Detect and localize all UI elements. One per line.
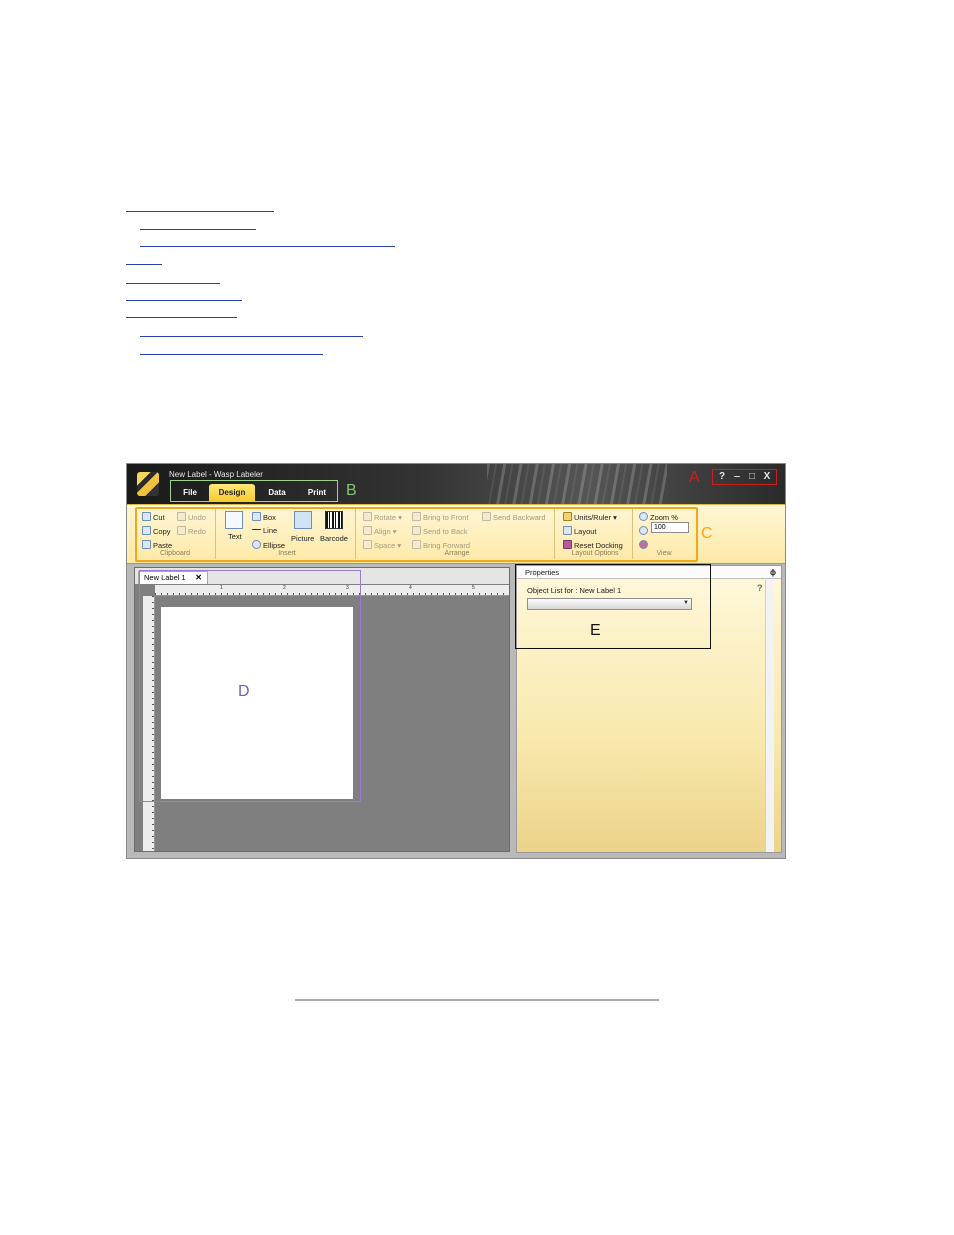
clipboard-icon bbox=[142, 540, 151, 549]
zoom-in-icon bbox=[639, 526, 648, 535]
maximize-button[interactable]: □ bbox=[746, 471, 758, 483]
zoom-fit-icon bbox=[639, 540, 648, 549]
group-divider bbox=[355, 509, 356, 559]
rotate-icon bbox=[363, 512, 372, 521]
magnifier-icon bbox=[639, 512, 648, 521]
line-button[interactable]: Line bbox=[252, 526, 277, 535]
ruler-number: 4 bbox=[409, 585, 412, 591]
zoom-fit-button[interactable] bbox=[639, 540, 650, 550]
group-label-clipboard: Clipboard bbox=[160, 550, 190, 557]
application-window: New Label - Wasp Labeler File Design Dat… bbox=[126, 463, 786, 859]
group-label-view: View bbox=[656, 550, 672, 557]
group-label-arrange: Arrange bbox=[444, 550, 470, 557]
help-icon[interactable]: ? bbox=[757, 583, 763, 593]
bring-forward-icon bbox=[412, 540, 421, 549]
pin-icon[interactable]: ɸ bbox=[770, 566, 776, 579]
ribbon: Cut Copy Paste Undo Redo Clipboard Text … bbox=[127, 504, 785, 564]
menu-tab-bar: File Design Data Print bbox=[170, 480, 338, 502]
ruler-icon bbox=[563, 512, 572, 521]
callout-c: C bbox=[701, 525, 713, 542]
layout-icon bbox=[563, 526, 572, 535]
callout-b: B bbox=[346, 482, 357, 499]
help-icon[interactable]: ? bbox=[716, 471, 728, 483]
title-bar: New Label - Wasp Labeler File Design Dat… bbox=[127, 464, 785, 504]
send-backward-icon bbox=[482, 512, 491, 521]
box-button[interactable]: Box bbox=[252, 512, 276, 522]
undo-icon bbox=[177, 512, 186, 521]
toc-link[interactable] bbox=[126, 317, 237, 318]
bring-to-front-button[interactable]: Bring to Front bbox=[412, 512, 468, 522]
horizontal-rule bbox=[295, 999, 659, 1001]
group-divider bbox=[215, 509, 216, 559]
window-title: New Label - Wasp Labeler bbox=[169, 470, 263, 479]
box-icon bbox=[252, 512, 261, 521]
send-to-back-icon bbox=[412, 526, 421, 535]
zoom-level-input[interactable]: 100 bbox=[651, 522, 689, 533]
toc-link[interactable] bbox=[140, 336, 363, 337]
tab-file[interactable]: File bbox=[173, 484, 207, 502]
properties-scrollbar[interactable] bbox=[765, 580, 774, 852]
scissors-icon bbox=[142, 512, 151, 521]
callout-a: A bbox=[689, 469, 700, 486]
redo-icon bbox=[177, 526, 186, 535]
send-backward-button[interactable]: Send Backward bbox=[482, 512, 546, 522]
align-button[interactable]: Align ▾ bbox=[363, 526, 397, 536]
layout-button[interactable]: Layout bbox=[563, 526, 597, 536]
callout-e: E bbox=[590, 622, 601, 639]
toc-link[interactable] bbox=[126, 283, 220, 284]
undo-button[interactable]: Undo bbox=[177, 512, 206, 522]
toc-link[interactable] bbox=[126, 300, 242, 301]
send-to-back-button[interactable]: Send to Back bbox=[412, 526, 468, 536]
bring-to-front-icon bbox=[412, 512, 421, 521]
picture-button[interactable]: Picture bbox=[291, 534, 314, 543]
object-list-highlight: E bbox=[515, 564, 711, 649]
group-divider bbox=[554, 509, 555, 559]
space-icon bbox=[363, 540, 372, 549]
group-label-layout-options: Layout Options bbox=[571, 550, 619, 557]
zoom-percent-button[interactable]: Zoom % bbox=[639, 512, 678, 522]
toc-link[interactable] bbox=[140, 354, 323, 355]
redo-button[interactable]: Redo bbox=[177, 526, 206, 536]
ruler-number: 5 bbox=[472, 585, 475, 591]
copy-button[interactable]: Copy bbox=[142, 526, 171, 536]
line-icon bbox=[252, 529, 261, 530]
bring-forward-button[interactable]: Bring Forward bbox=[412, 540, 470, 550]
barcode-icon[interactable] bbox=[325, 511, 343, 529]
tab-design[interactable]: Design bbox=[209, 484, 255, 502]
label-editor: New Label 1 ✕ 1 2 3 4 5 D bbox=[134, 567, 510, 852]
copy-icon bbox=[142, 526, 151, 535]
barcode-decoration bbox=[487, 464, 667, 504]
toc-link[interactable] bbox=[140, 246, 395, 247]
toc-link[interactable] bbox=[140, 229, 256, 230]
app-logo-icon[interactable] bbox=[137, 472, 159, 496]
cut-button[interactable]: Cut bbox=[142, 512, 165, 522]
tab-print[interactable]: Print bbox=[299, 484, 335, 502]
paste-button[interactable]: Paste bbox=[142, 540, 172, 550]
reset-docking-icon bbox=[563, 540, 572, 549]
tab-data[interactable]: Data bbox=[257, 484, 297, 502]
ellipse-button[interactable]: Ellipse bbox=[252, 540, 285, 550]
space-button[interactable]: Space ▾ bbox=[363, 540, 401, 550]
close-button[interactable]: X bbox=[761, 471, 773, 483]
text-icon[interactable] bbox=[225, 511, 243, 529]
design-area-highlight: D bbox=[139, 570, 361, 802]
reset-docking-button[interactable]: Reset Docking bbox=[563, 540, 623, 550]
toc-link[interactable] bbox=[126, 211, 274, 212]
picture-icon[interactable] bbox=[294, 511, 312, 529]
properties-panel: Properties ɸ Object List for : New Label… bbox=[515, 564, 782, 853]
barcode-button[interactable]: Barcode bbox=[320, 534, 348, 543]
minimize-button[interactable]: ‒ bbox=[731, 471, 743, 483]
align-icon bbox=[363, 526, 372, 535]
toc-link[interactable] bbox=[126, 264, 162, 265]
zoom-in-button[interactable] bbox=[639, 526, 650, 536]
ellipse-icon bbox=[252, 540, 261, 549]
callout-d: D bbox=[238, 683, 250, 700]
group-label-insert: Insert bbox=[278, 550, 296, 557]
group-divider bbox=[632, 509, 633, 559]
rotate-button[interactable]: Rotate ▾ bbox=[363, 512, 402, 522]
window-controls: ? ‒ □ X bbox=[712, 469, 777, 485]
text-button[interactable]: Text bbox=[228, 532, 242, 541]
units-ruler-button[interactable]: Units/Ruler ▾ bbox=[563, 512, 617, 522]
